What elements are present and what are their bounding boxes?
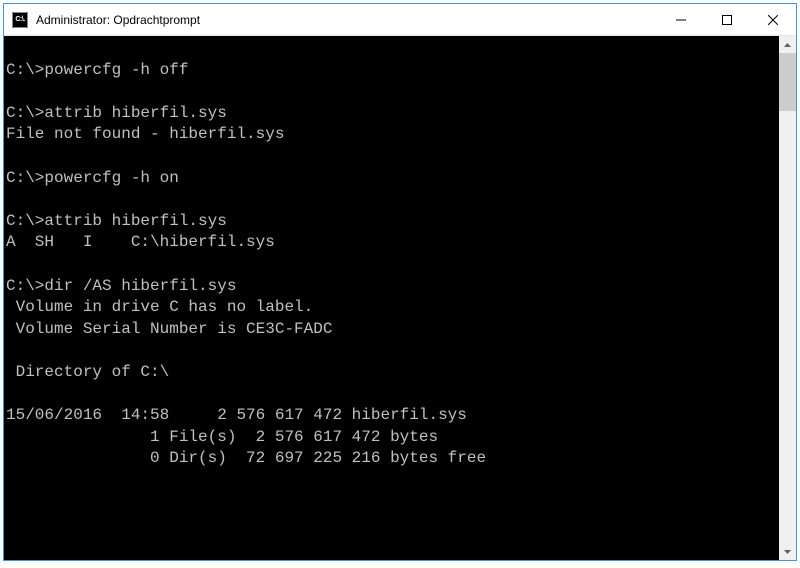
- minimize-button[interactable]: [658, 4, 704, 35]
- minimize-icon: [676, 15, 686, 25]
- scrollbar-thumb[interactable]: [779, 53, 796, 111]
- chevron-up-icon: [784, 43, 791, 47]
- scroll-up-button[interactable]: [779, 36, 796, 53]
- titlebar[interactable]: C:\. Administrator: Opdrachtprompt: [4, 4, 796, 36]
- close-button[interactable]: [750, 4, 796, 35]
- terminal-container: C:\>powercfg -h off C:\>attrib hiberfil.…: [4, 36, 796, 560]
- terminal-output[interactable]: C:\>powercfg -h off C:\>attrib hiberfil.…: [4, 36, 779, 560]
- command-prompt-window: C:\. Administrator: Opdrachtprompt C:\>p…: [3, 3, 797, 561]
- vertical-scrollbar[interactable]: [779, 36, 796, 560]
- chevron-down-icon: [784, 550, 791, 554]
- close-icon: [768, 15, 778, 25]
- window-controls: [658, 4, 796, 35]
- scrollbar-track[interactable]: [779, 53, 796, 543]
- app-icon: C:\.: [12, 12, 28, 28]
- scroll-down-button[interactable]: [779, 543, 796, 560]
- window-title: Administrator: Opdrachtprompt: [36, 13, 658, 27]
- maximize-icon: [722, 15, 732, 25]
- maximize-button[interactable]: [704, 4, 750, 35]
